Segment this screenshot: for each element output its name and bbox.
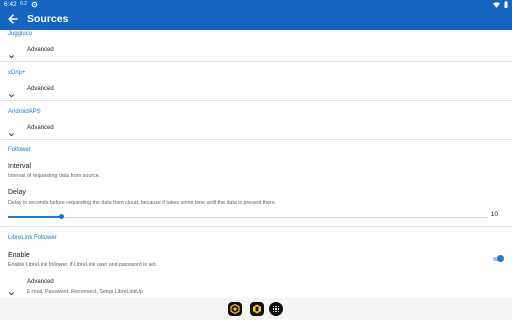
interval-summary: Interval of requesting data from source. <box>8 173 101 179</box>
arrow-back-icon[interactable] <box>6 12 20 26</box>
status-bar: 6:42 0.2 <box>0 0 512 9</box>
advanced-label: Advanced <box>27 86 54 92</box>
delay-slider[interactable] <box>8 214 488 220</box>
advanced-label: Advanced <box>27 125 54 131</box>
chevron-down-icon <box>8 47 15 59</box>
toggle-knob <box>497 255 504 262</box>
divider <box>0 61 512 62</box>
preferences-list[interactable]: Juggluco Advanced xDrip+ Advanced Androi… <box>0 30 512 298</box>
status-tiny-label: 0.2 <box>20 1 27 7</box>
delay-title: Delay <box>8 189 26 196</box>
androidaps-advanced-row[interactable]: Advanced <box>0 123 512 137</box>
status-time: 6:42 <box>4 1 17 8</box>
navigation-bar <box>0 298 512 320</box>
chevron-down-icon <box>8 86 15 98</box>
advanced-summary: E-mail, Password, Reconnect, Setup Libre… <box>27 289 143 295</box>
delay-value: 10 <box>490 211 498 218</box>
section-title-xdrip: xDrip+ <box>8 70 26 76</box>
enable-summary: Enable LibreLink follower, if LibreLink … <box>8 262 157 268</box>
divider <box>0 226 512 227</box>
slider-thumb[interactable] <box>58 214 64 219</box>
app-icon-1[interactable] <box>228 302 242 316</box>
section-title-librelink-follower: LibreLink Follower <box>8 235 57 241</box>
advanced-label: Advanced <box>27 47 54 53</box>
enable-title: Enable <box>8 252 30 259</box>
chevron-down-icon <box>8 284 15 296</box>
divider <box>0 139 512 140</box>
xdrip-advanced-row[interactable]: Advanced <box>0 84 512 98</box>
app-drawer-icon[interactable] <box>269 302 283 316</box>
section-title-follower: Follower <box>8 147 31 153</box>
section-title-androidaps: AndroidAPS <box>8 109 41 115</box>
interval-title: Interval <box>8 163 31 170</box>
page-title: Sources <box>27 13 69 25</box>
enable-toggle[interactable] <box>493 255 504 263</box>
app-icon-2[interactable] <box>250 302 264 316</box>
juggluco-advanced-row[interactable]: Advanced <box>0 45 512 59</box>
chevron-down-icon <box>8 125 15 137</box>
slider-fill <box>8 216 61 218</box>
divider <box>0 100 512 101</box>
advanced-label: Advanced <box>27 279 54 285</box>
section-title-juggluco: Juggluco <box>8 31 33 37</box>
app-bar: Sources <box>0 9 512 30</box>
slider-track <box>8 216 488 218</box>
delay-summary: Delay in seconds before requesting the d… <box>8 200 277 206</box>
